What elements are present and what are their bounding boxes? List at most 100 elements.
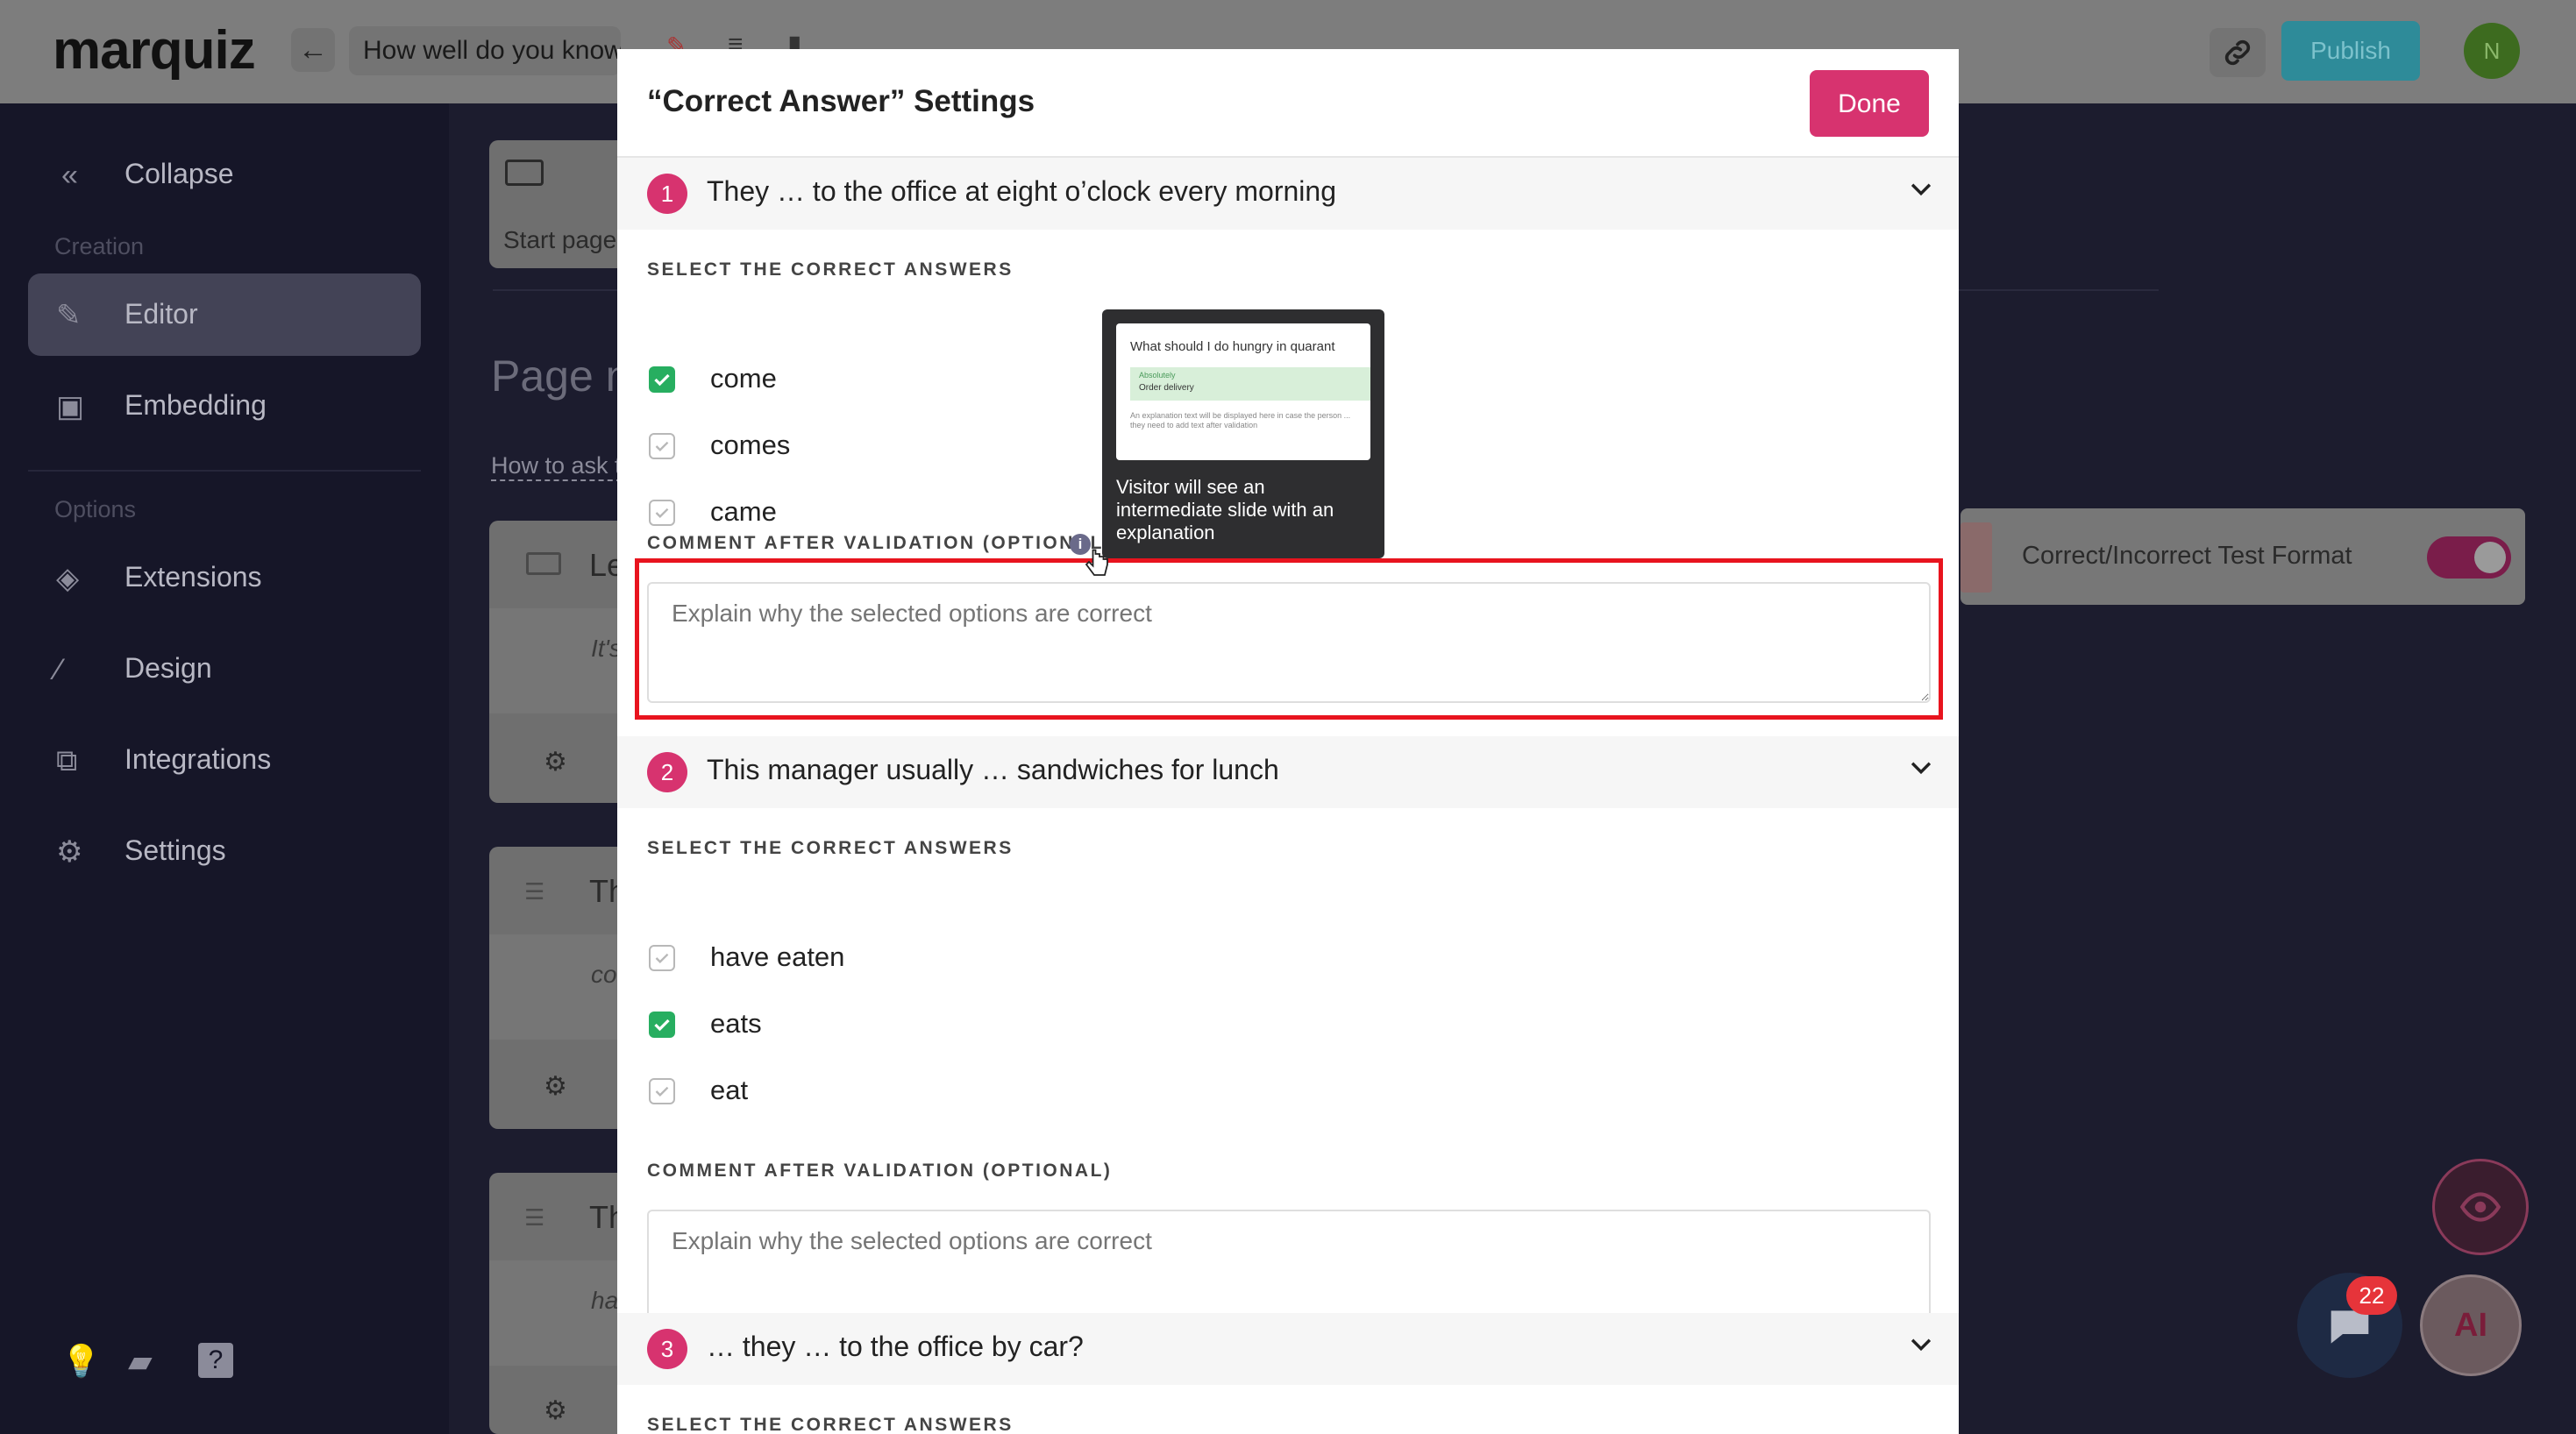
back-button[interactable]: ← <box>291 28 335 72</box>
double-chevron-left-icon: « <box>61 159 78 192</box>
checkbox-unchecked[interactable] <box>649 1078 675 1104</box>
highlight-box <box>635 558 1943 720</box>
tooltip-text: Visitor will see an intermediate slide w… <box>1116 476 1334 543</box>
quiz-name-field[interactable]: How well do you know <box>349 26 621 75</box>
start-page-card[interactable]: Start page <box>489 140 630 268</box>
correct-answer-settings-modal: “Correct Answer” Settings Done 1 They … … <box>617 49 1959 1434</box>
question-header[interactable]: 2 This manager usually … sandwiches for … <box>617 736 1959 808</box>
preview-note: An explanation text will be displayed he… <box>1130 411 1351 429</box>
section-options-label: Options <box>54 496 137 522</box>
sidebar-item-label: Embedding <box>125 389 267 421</box>
question-card[interactable]: Le It's ⚙ <box>489 521 630 803</box>
sidebar-item-label: Integrations <box>125 743 272 775</box>
option-label: come <box>710 363 777 394</box>
pencil-icon: ✎ <box>56 299 82 332</box>
page-title: Page n <box>491 351 630 401</box>
select-correct-answers-label: SELECT THE CORRECT ANSWERS <box>647 1415 1014 1434</box>
question-text: This manager usually … sandwiches for lu… <box>707 754 1279 785</box>
option-label: eat <box>710 1075 749 1105</box>
brush-icon: ⁄ <box>56 653 61 686</box>
sidebar-item-integrations[interactable]: ⧉ Integrations <box>28 719 421 801</box>
gear-icon[interactable]: ⚙ <box>544 747 567 777</box>
question-card[interactable]: ☰ Th ha ⚙ <box>489 1173 630 1434</box>
option-label: eats <box>710 1008 762 1039</box>
sidebar-item-label: Settings <box>125 834 226 866</box>
done-button[interactable]: Done <box>1810 70 1929 137</box>
gear-icon[interactable]: ⚙ <box>544 1395 567 1426</box>
preview-option: Absolutely Order delivery <box>1130 367 1370 401</box>
input-icon <box>526 552 561 575</box>
tooltip-preview-image: What should I do hungry in quarant Absol… <box>1116 323 1370 460</box>
comment-label: COMMENT AFTER VALIDATION (OPTIONAL) <box>647 1161 1113 1181</box>
chevron-down-icon[interactable] <box>1906 174 1936 203</box>
collapse-button[interactable]: « Collapse <box>28 133 421 216</box>
arrow-left-icon: ← <box>298 33 328 67</box>
checkbox-unchecked[interactable] <box>649 500 675 526</box>
select-correct-answers-label: SELECT THE CORRECT ANSWERS <box>647 838 1014 858</box>
question-card[interactable]: ☰ Th co ⚙ <box>489 847 630 1129</box>
checkbox-checked[interactable] <box>649 366 675 393</box>
question-header[interactable]: 3 … they … to the office by car? <box>617 1313 1959 1385</box>
option-label: comes <box>710 429 791 460</box>
test-format-label: Correct/Incorrect Test Format <box>2022 542 2352 570</box>
sidebar-item-label: Design <box>125 652 212 684</box>
gear-icon: ⚙ <box>56 835 83 869</box>
list-icon: ☰ <box>524 1204 545 1231</box>
page-icon <box>505 160 544 186</box>
toggle-knob <box>2474 542 2506 573</box>
eye-icon <box>2459 1192 2501 1222</box>
chat-badge: 22 <box>2346 1276 2397 1315</box>
card-subtitle: ha <box>591 1287 619 1314</box>
info-tooltip: What should I do hungry in quarant Absol… <box>1102 309 1384 558</box>
modal-title: “Correct Answer” Settings <box>647 84 1035 118</box>
preview-title: What should I do hungry in quarant <box>1130 339 1335 354</box>
checkbox-unchecked[interactable] <box>649 433 675 459</box>
avatar[interactable]: N <box>2464 23 2520 79</box>
chevron-down-icon[interactable] <box>1906 752 1936 782</box>
sidebar-item-label: Extensions <box>125 561 262 593</box>
card-body: co <box>489 934 630 1040</box>
sidebar-item-extensions[interactable]: ◈ Extensions <box>28 536 421 619</box>
embed-icon: ▣ <box>56 390 85 423</box>
sidebar-divider <box>28 470 421 472</box>
checkbox-checked[interactable] <box>649 1012 675 1038</box>
sidebar-item-settings[interactable]: ⚙ Settings <box>28 810 421 892</box>
question-number: 2 <box>647 752 687 792</box>
preview-button[interactable] <box>2432 1159 2529 1255</box>
comment-label: COMMENT AFTER VALIDATION (OPTIONAL) <box>647 533 1113 553</box>
option-label: have eaten <box>710 941 845 972</box>
puzzle-icon: ◈ <box>56 562 80 595</box>
chevron-down-icon[interactable] <box>1906 1329 1936 1359</box>
how-to-ask-link[interactable]: How to ask t <box>491 452 622 481</box>
hand-cursor-icon <box>1085 549 1108 576</box>
card-subtitle: co <box>591 961 617 988</box>
app-logo: marquiz <box>53 20 256 81</box>
select-correct-answers-label: SELECT THE CORRECT ANSWERS <box>647 259 1014 280</box>
question-header[interactable]: 1 They … to the office at eight o’clock … <box>617 158 1959 230</box>
sidebar-item-design[interactable]: ⁄ Design <box>28 628 421 710</box>
card-body: It's <box>489 608 630 713</box>
preview-option-small: Absolutely <box>1139 371 1176 380</box>
checkbox-unchecked[interactable] <box>649 945 675 971</box>
ai-button[interactable]: AI <box>2420 1274 2522 1376</box>
question-number: 1 <box>647 174 687 214</box>
question-text: … they … to the office by car? <box>707 1331 1084 1362</box>
question-number: 3 <box>647 1329 687 1369</box>
integrations-icon: ⧉ <box>56 744 78 777</box>
help-icon[interactable]: ? <box>198 1343 233 1378</box>
publish-button[interactable]: Publish <box>2281 21 2420 81</box>
folder-upload-icon[interactable]: ▰ <box>128 1343 153 1380</box>
lightbulb-icon[interactable]: 💡 <box>61 1343 101 1380</box>
option-label: came <box>710 496 777 527</box>
format-preview-icon <box>1960 522 1992 593</box>
sidebar-item-editor[interactable]: ✎ Editor <box>28 273 421 356</box>
card-body: ha <box>489 1260 630 1366</box>
question-text: They … to the office at eight o’clock ev… <box>707 175 1336 207</box>
start-page-label: Start page <box>503 226 617 253</box>
link-button[interactable] <box>2210 28 2266 77</box>
test-format-toggle[interactable] <box>2427 536 2511 579</box>
gear-icon[interactable]: ⚙ <box>544 1071 567 1102</box>
preview-option-label: Order delivery <box>1139 383 1194 393</box>
list-icon: ☰ <box>524 878 545 905</box>
sidebar-item-embedding[interactable]: ▣ Embedding <box>28 365 421 447</box>
